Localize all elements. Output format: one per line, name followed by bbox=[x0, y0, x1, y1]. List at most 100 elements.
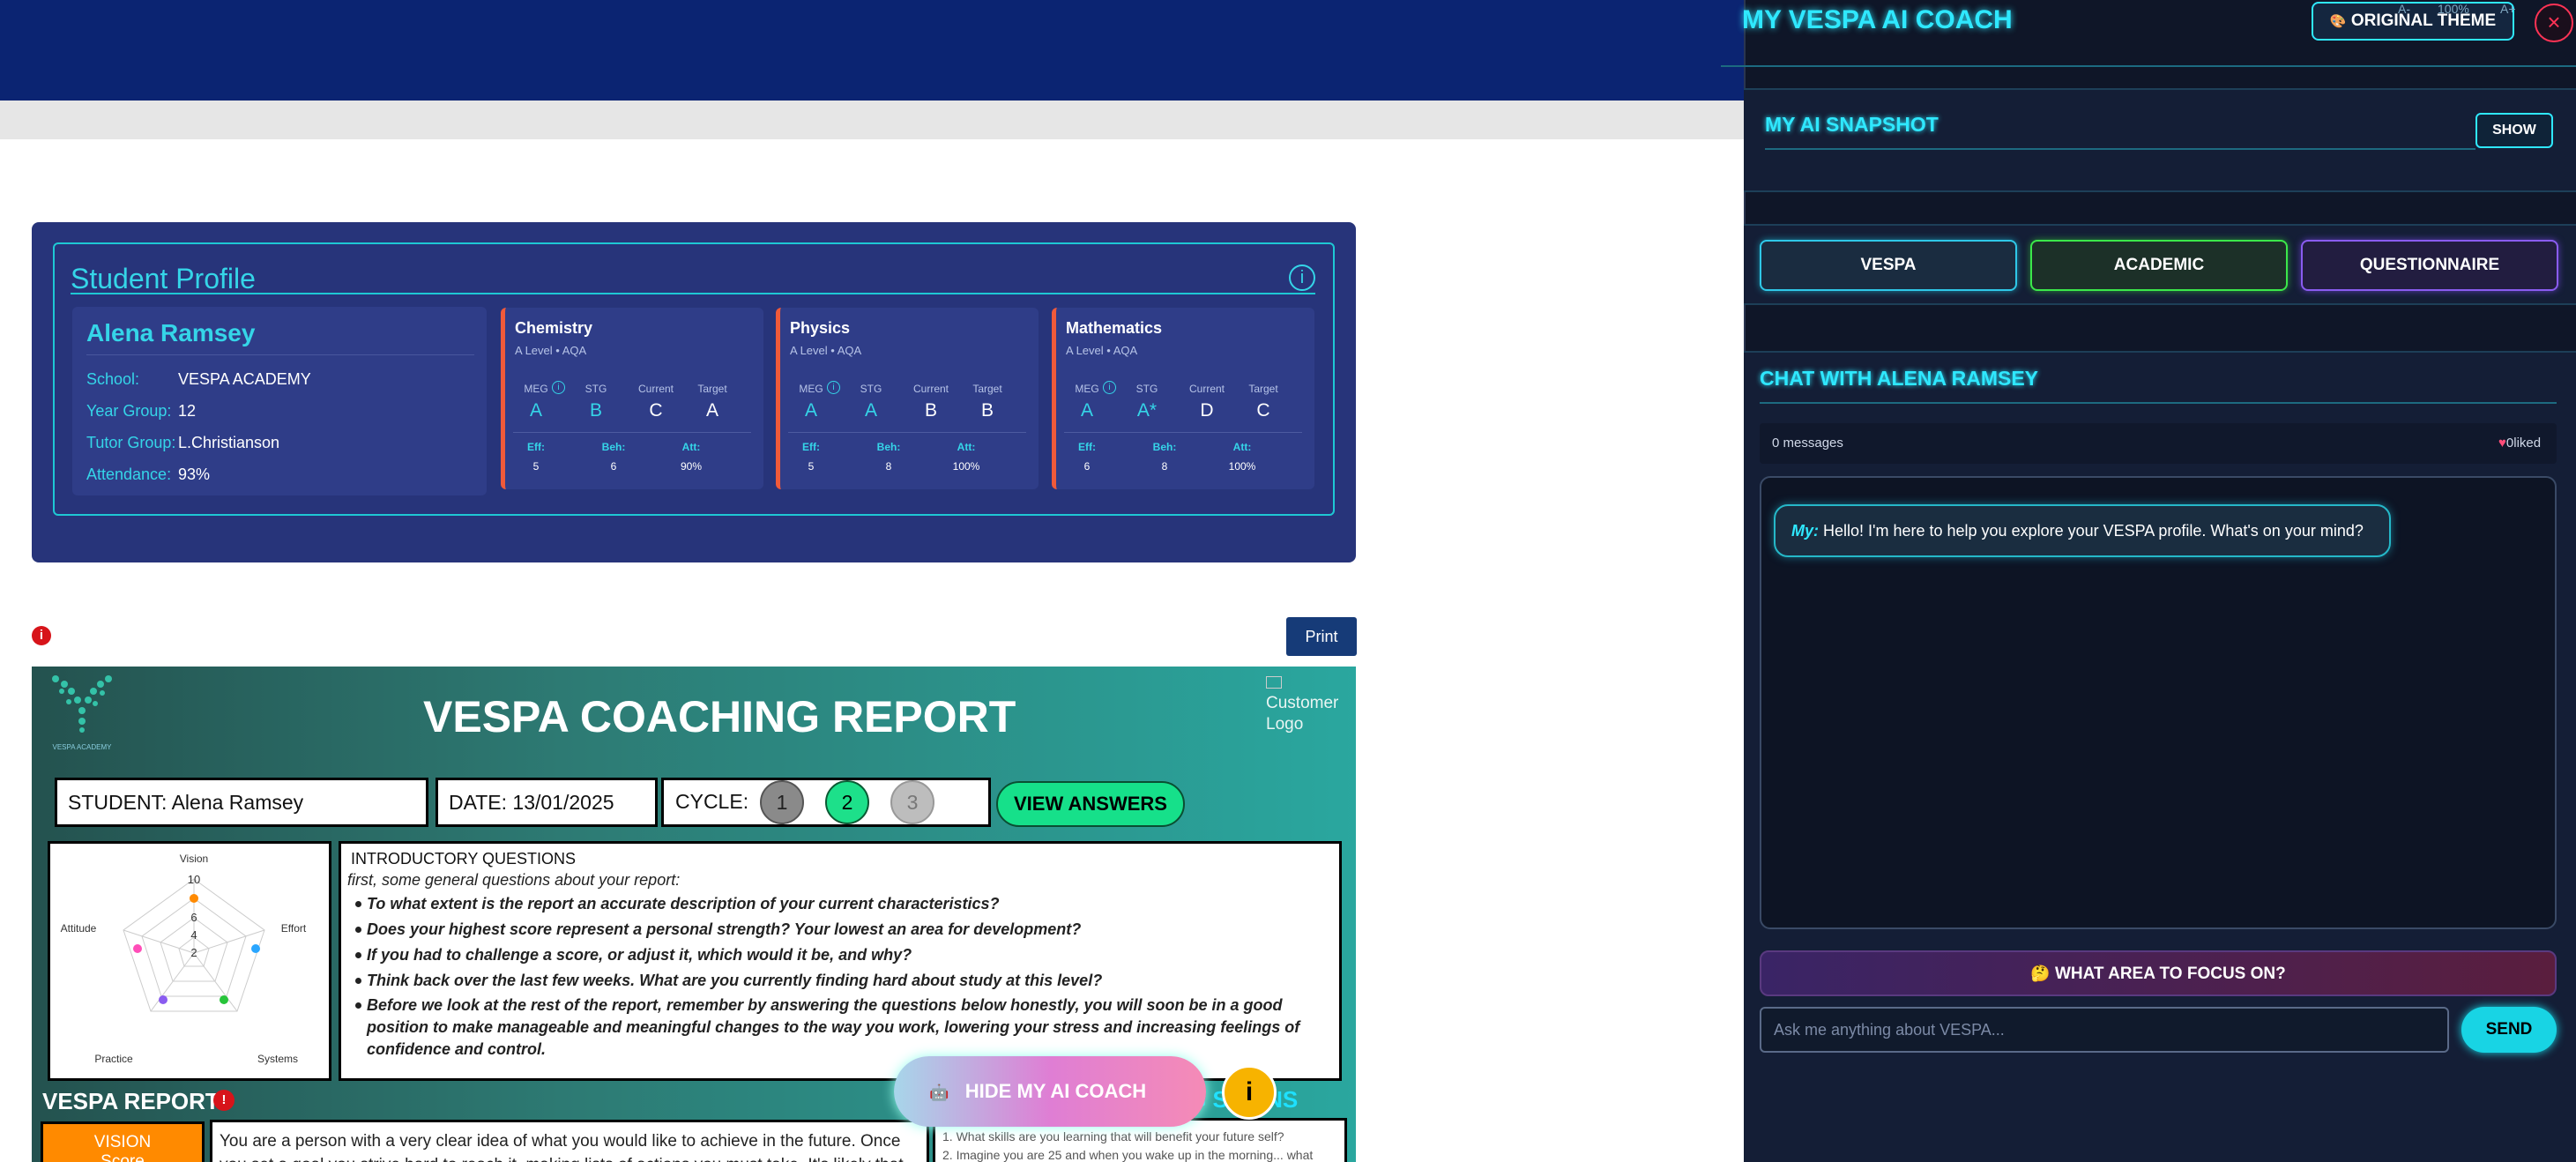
subject-name: Physics bbox=[790, 319, 851, 337]
target-grade: B bbox=[980, 400, 994, 421]
hide-ai-coach-label: HIDE MY AI COACH bbox=[964, 1080, 1147, 1102]
message-count: 0 messages bbox=[1772, 436, 1843, 451]
top-nav-bar bbox=[0, 0, 1744, 101]
att-value: 100% bbox=[952, 460, 980, 473]
radar-point-practice bbox=[159, 995, 168, 1004]
chat-input[interactable]: Ask me anything about VESPA... bbox=[1760, 1007, 2449, 1053]
zoom-level: 100% bbox=[2438, 2, 2469, 16]
target-grade: A bbox=[705, 400, 718, 421]
vespa-report-heading: VESPA REPORT bbox=[42, 1088, 220, 1114]
year-group-value: 12 bbox=[178, 402, 197, 420]
radar-axis-practice: Practice bbox=[94, 1053, 133, 1065]
current-grade: D bbox=[1200, 400, 1214, 421]
target-header: Target bbox=[697, 383, 727, 395]
subject-divider bbox=[1064, 432, 1302, 433]
radar-tick-10: 10 bbox=[188, 873, 200, 886]
eff-label: Eff: bbox=[527, 441, 545, 453]
cycle-3-button[interactable]: 3 bbox=[890, 780, 934, 824]
current-grade: C bbox=[649, 400, 663, 421]
report-title: VESPA COACHING REPORT bbox=[423, 692, 1016, 741]
beh-label: Beh: bbox=[601, 441, 626, 453]
ai-snapshot-section bbox=[1744, 88, 2576, 192]
school-value: VESPA ACADEMY bbox=[178, 370, 311, 388]
chat-divider bbox=[1760, 402, 2557, 404]
panel-title-divider bbox=[1721, 65, 2576, 67]
focus-area-button[interactable]: 🤔 WHAT AREA TO FOCUS ON? bbox=[1760, 950, 2557, 996]
beh-value: 8 bbox=[1161, 460, 1168, 473]
view-answers-button[interactable]: VIEW ANSWERS bbox=[996, 781, 1185, 827]
stg-grade: A* bbox=[1136, 400, 1158, 421]
target-grade: C bbox=[1256, 400, 1270, 421]
radar-axis-systems: Systems bbox=[257, 1053, 298, 1065]
student-name-divider bbox=[86, 354, 474, 355]
robot-icon: 🤖 bbox=[929, 1084, 949, 1101]
cycle-label: CYCLE: bbox=[675, 790, 749, 813]
send-button[interactable]: SEND bbox=[2461, 1007, 2557, 1053]
print-button[interactable]: Print bbox=[1286, 617, 1357, 656]
cycle-1-button[interactable]: 1 bbox=[760, 780, 804, 824]
intro-heading: INTRODUCTORY QUESTIONS bbox=[351, 850, 577, 868]
info-button[interactable]: i bbox=[1222, 1065, 1277, 1120]
intro-question: Think back over the last few weeks. What… bbox=[355, 970, 1328, 992]
vision-description: You are a person with a very clear idea … bbox=[210, 1120, 929, 1162]
vision-score-cell: VISION Score bbox=[41, 1121, 205, 1162]
target-header: Target bbox=[972, 383, 1002, 395]
intro-question: If you had to challenge a score, or adju… bbox=[355, 944, 1328, 966]
vespa-radar-chart: Vision Effort Systems Practice Attitude … bbox=[48, 841, 331, 1081]
intro-question: Does your highest score represent a pers… bbox=[355, 919, 1328, 941]
radar-tick-6: 6 bbox=[190, 911, 197, 924]
meg-info-icon[interactable]: i bbox=[1103, 381, 1116, 394]
cycle-2-button[interactable]: 2 bbox=[825, 780, 869, 824]
current-header: Current bbox=[637, 383, 674, 395]
radar-axis-effort: Effort bbox=[281, 922, 307, 935]
report-info-icon[interactable]: i bbox=[32, 626, 51, 645]
student-name: Alena Ramsey bbox=[86, 319, 256, 346]
stg-grade: A bbox=[864, 400, 877, 421]
tab-vespa[interactable]: VESPA bbox=[1760, 240, 2017, 291]
toolbar-strip bbox=[0, 101, 1744, 139]
tutor-group-label: Tutor Group: bbox=[86, 434, 176, 451]
vision-label: VISION bbox=[93, 1133, 152, 1151]
radar-axis-vision: Vision bbox=[180, 853, 208, 865]
subject-divider bbox=[513, 432, 751, 433]
beh-label: Beh: bbox=[876, 441, 901, 453]
eff-label: Eff: bbox=[802, 441, 820, 453]
chat-status-bar bbox=[1760, 423, 2557, 464]
original-theme-button[interactable]: 🎨 ORIGINAL THEME bbox=[2312, 2, 2514, 41]
profile-info-icon[interactable]: i bbox=[1289, 264, 1315, 291]
intro-question: To what extent is the report an accurate… bbox=[355, 893, 1328, 915]
radar-tick-4: 4 bbox=[190, 928, 197, 942]
meg-info-icon[interactable]: i bbox=[827, 381, 840, 394]
att-value: 100% bbox=[1228, 460, 1256, 473]
vision-sub: Score bbox=[101, 1152, 145, 1162]
stg-header: STG bbox=[584, 383, 607, 395]
vespa-report-info-icon[interactable]: ! bbox=[213, 1090, 235, 1111]
stg-grade: B bbox=[589, 400, 602, 421]
tab-academic[interactable]: ACADEMIC bbox=[2030, 240, 2288, 291]
subject-divider bbox=[788, 432, 1026, 433]
eff-value: 5 bbox=[808, 460, 815, 473]
bubble-sender: My: bbox=[1791, 522, 1819, 540]
meg-info-icon[interactable]: i bbox=[552, 381, 565, 394]
att-label: Att: bbox=[681, 441, 701, 453]
original-theme-label: ORIGINAL THEME bbox=[2350, 11, 2497, 30]
font-increase-button[interactable]: A+ bbox=[2500, 2, 2516, 16]
meg-grade: A bbox=[1080, 400, 1093, 421]
customer-logo: Customer Logo bbox=[1266, 672, 1354, 735]
intro-subheading: first, some general questions about your… bbox=[347, 871, 681, 889]
subject-course: A Level • AQA bbox=[1066, 344, 1138, 357]
vespa-academy-logo: VESPA ACADEMY bbox=[52, 675, 113, 751]
close-panel-button[interactable]: × bbox=[2535, 4, 2573, 42]
tab-questionnaire[interactable]: QUESTIONNAIRE bbox=[2301, 240, 2558, 291]
font-decrease-button[interactable]: A- bbox=[2398, 2, 2410, 16]
subject-course: A Level • AQA bbox=[515, 344, 587, 357]
meg-grade: A bbox=[529, 400, 542, 421]
target-header: Target bbox=[1248, 383, 1278, 395]
subject-name: Mathematics bbox=[1066, 319, 1163, 337]
palette-icon: 🎨 bbox=[2329, 14, 2347, 29]
hide-ai-coach-button[interactable]: 🤖 HIDE MY AI COACH bbox=[894, 1056, 1206, 1127]
show-snapshot-button[interactable]: SHOW bbox=[2475, 113, 2553, 148]
beh-value: 8 bbox=[885, 460, 892, 473]
current-grade: B bbox=[924, 400, 937, 421]
svg-text:VESPA ACADEMY: VESPA ACADEMY bbox=[53, 743, 113, 751]
